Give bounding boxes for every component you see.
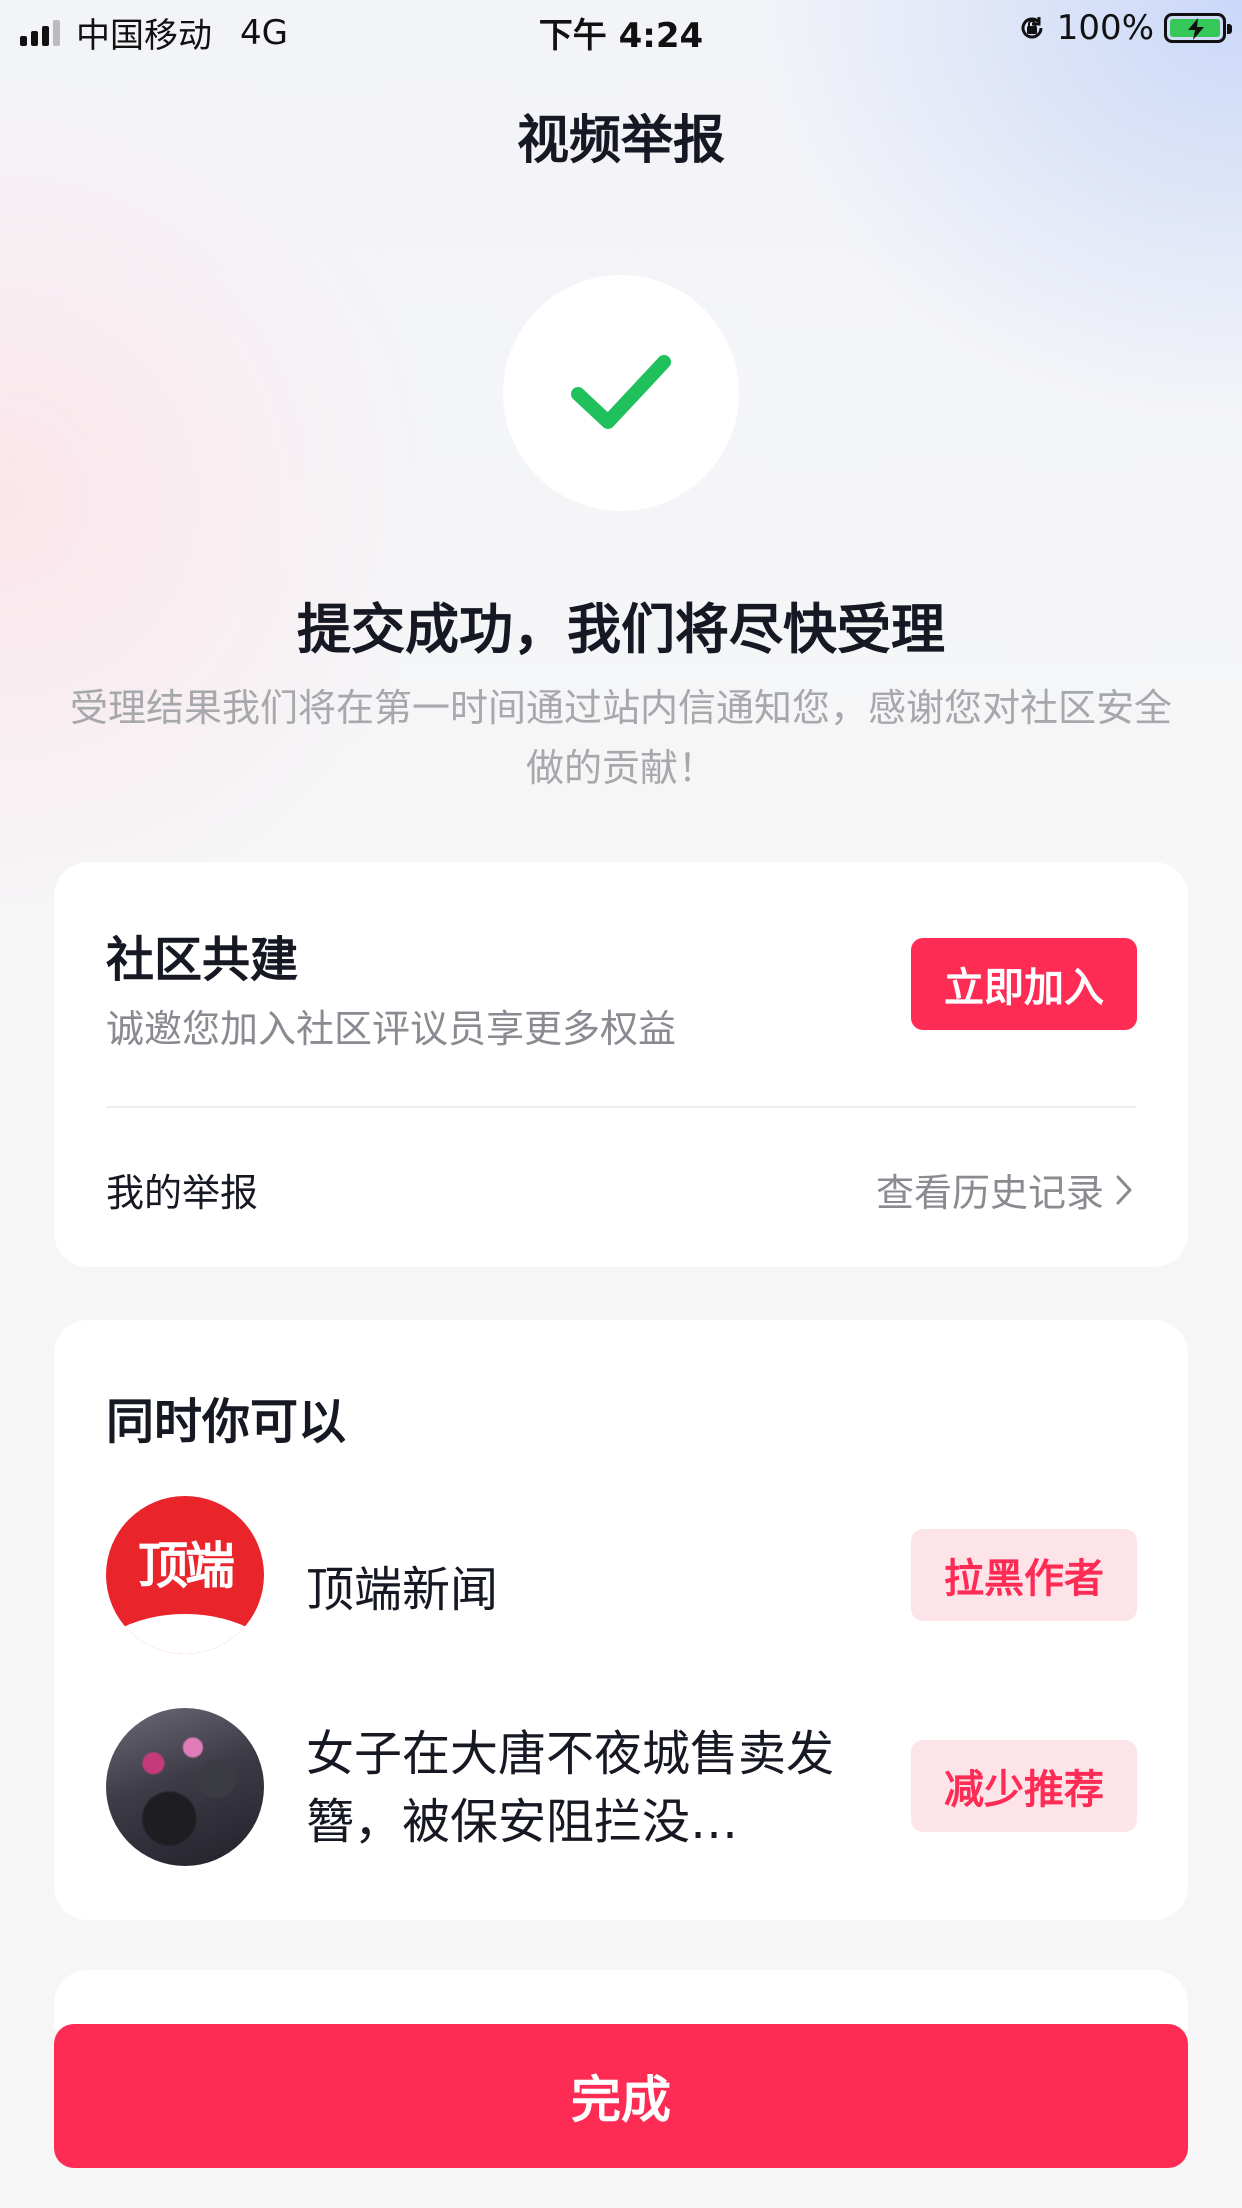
actions-card: 同时你可以 顶端 顶端新闻 拉黑作者 女子在大唐不夜城售卖发簪，被保安阻拦没… … (54, 1320, 1188, 1920)
video-title[interactable]: 女子在大唐不夜城售卖发簪，被保安阻拦没… (306, 1720, 866, 1856)
battery-percent: 100% (1056, 8, 1154, 48)
view-history-link[interactable]: 查看历史记录 (876, 1162, 1134, 1217)
community-card: 社区共建 诚邀您加入社区评议员享更多权益 立即加入 我的举报 查看历史记录 (54, 862, 1188, 1267)
my-reports-label: 我的举报 (106, 1171, 259, 1215)
success-badge (503, 275, 739, 511)
chevron-right-icon (1116, 1175, 1132, 1204)
done-button[interactable]: 完成 (54, 2024, 1188, 2168)
video-thumbnail[interactable] (106, 1708, 264, 1866)
status-bar: 中国移动 4G 下午 4:24 100% (0, 0, 1242, 62)
block-author-button[interactable]: 拉黑作者 (911, 1529, 1137, 1621)
divider (106, 1106, 1136, 1108)
next-card-edge (54, 1970, 1188, 2030)
author-name[interactable]: 顶端新闻 (306, 1550, 498, 1620)
page-title: 视频举报 (516, 111, 725, 171)
checkmark-icon (571, 355, 671, 429)
status-right: 100% (1017, 8, 1232, 48)
author-logo-text: 顶端 (138, 1537, 235, 1595)
author-avatar[interactable]: 顶端 (106, 1496, 264, 1654)
actions-title: 同时你可以 (106, 1394, 347, 1450)
success-headline: 提交成功，我们将尽快受理 (297, 598, 945, 661)
community-description: 诚邀您加入社区评议员享更多权益 (106, 1007, 677, 1051)
view-history-label: 查看历史记录 (875, 1171, 1104, 1215)
join-now-button[interactable]: 立即加入 (911, 938, 1137, 1030)
reduce-recommendations-button[interactable]: 减少推荐 (911, 1740, 1137, 1832)
community-title: 社区共建 (106, 932, 299, 988)
success-message: 受理结果我们将在第一时间通过站内信通知您，感谢您对社区安全做的贡献！ (69, 686, 1172, 790)
rotation-lock-icon (1021, 17, 1043, 39)
battery-charging-icon (1164, 13, 1232, 43)
